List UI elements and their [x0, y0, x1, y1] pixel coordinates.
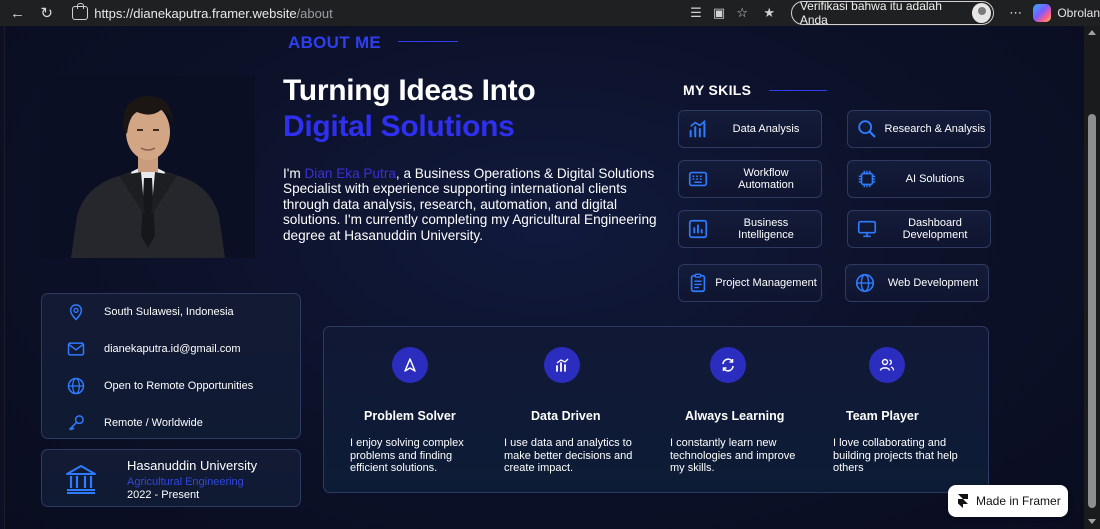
trait-desc: I love collaborating and building projec… [833, 437, 958, 474]
scrollbar-thumb[interactable] [1088, 114, 1096, 508]
clipboard-icon [690, 273, 706, 293]
trait-desc: I enjoy solving complex problems and fin… [350, 437, 464, 474]
globe-icon [67, 377, 85, 395]
school-years: 2022 - Present [127, 489, 200, 501]
bio-name: Dian Eka Putra [304, 166, 396, 181]
traits-panel: Problem Solver I enjoy solving complex p… [323, 326, 989, 493]
skill-ai-solutions[interactable]: AI Solutions [847, 160, 991, 198]
site-info-icon[interactable] [72, 3, 89, 20]
school-name: Hasanuddin University [127, 458, 258, 473]
education-card: Hasanuddin University Agricultural Engin… [41, 449, 301, 507]
bar-chart-icon [688, 219, 708, 239]
avatar [971, 3, 992, 23]
key-icon [68, 415, 84, 431]
availability-text: Open to Remote Opportunities [104, 380, 254, 392]
url-path: /about [296, 5, 333, 21]
skills-title: MY SKILS [683, 82, 752, 98]
chart-icon [689, 120, 706, 138]
skill-label: AI Solutions [905, 173, 965, 185]
translate-icon[interactable]: ☰ [684, 5, 707, 21]
mail-icon [67, 342, 85, 356]
verify-label: Verifikasi bahwa itu adalah Anda [799, 0, 942, 27]
trait-title: Problem Solver [364, 409, 456, 423]
monitor-icon [857, 220, 877, 238]
work-mode-text: Remote / Worldwide [104, 417, 203, 429]
reader-icon[interactable]: ▣ [707, 5, 730, 21]
page-viewport: ABOUT ME Turning Ideas Into Digital Solu… [4, 26, 1084, 529]
contact-location: South Sulawesi, Indonesia [66, 302, 234, 322]
page-scrollbar[interactable] [1084, 26, 1100, 529]
section-divider [398, 41, 458, 42]
globe-icon [855, 273, 875, 293]
reload-icon[interactable]: ↻ [35, 4, 58, 22]
skill-workflow-automation[interactable]: Workflow Automation [678, 160, 822, 198]
skill-web-development[interactable]: Web Development [845, 264, 989, 302]
users-icon [869, 347, 905, 383]
contact-card: South Sulawesi, Indonesia dianekaputra.i… [41, 293, 301, 439]
trait-desc: I use data and analytics to make better … [504, 437, 633, 474]
trait-title: Data Driven [531, 409, 601, 423]
contact-work-mode: Remote / Worldwide [66, 413, 203, 433]
refresh-icon [710, 347, 746, 383]
skill-label: Workflow Automation [738, 167, 794, 191]
headline-primary: Turning Ideas Into [283, 74, 536, 107]
search-icon [858, 120, 876, 138]
profile-photo [41, 76, 255, 258]
skill-label: Dashboard Development [902, 217, 968, 241]
bio-prefix: I'm [283, 166, 305, 181]
email-text[interactable]: dianekaputra.id@gmail.com [104, 343, 241, 355]
skill-label: Web Development [887, 277, 979, 289]
skills-divider [769, 90, 827, 91]
scroll-down-icon[interactable] [1088, 519, 1096, 524]
trait-title: Team Player [846, 409, 919, 423]
location-pin-icon [69, 304, 83, 321]
chart-icon [544, 347, 580, 383]
skill-label: Project Management [715, 277, 817, 289]
trait-desc: I constantly learn new technologies and … [670, 437, 796, 474]
back-icon[interactable]: ← [6, 5, 29, 22]
favorite-star-icon[interactable]: ☆ [731, 5, 754, 21]
made-in-framer-badge[interactable]: Made in Framer [948, 485, 1068, 517]
compass-icon [392, 347, 428, 383]
framer-logo-icon [958, 494, 968, 508]
favorites-icon[interactable]: ★ [758, 5, 781, 21]
headline-accent: Digital Solutions [283, 110, 515, 143]
section-title: ABOUT ME [288, 33, 382, 52]
school-major: Agricultural Engineering [127, 476, 244, 488]
skill-label: Research & Analysis [884, 123, 986, 135]
skill-label: Business Intelligence [738, 217, 794, 241]
copilot-button[interactable]: Obrolan [1033, 4, 1100, 22]
skill-business-intelligence[interactable]: Business Intelligence [678, 210, 822, 248]
framer-badge-label: Made in Framer [976, 494, 1061, 508]
keyboard-icon [688, 171, 708, 187]
scroll-up-icon[interactable] [1088, 30, 1096, 35]
skill-research-analysis[interactable]: Research & Analysis [847, 110, 991, 148]
contact-availability: Open to Remote Opportunities [66, 376, 253, 396]
url-host: https://dianekaputra.framer.website [94, 5, 297, 21]
browser-toolbar: ← ↻ https://dianekaputra.framer.website /… [0, 0, 1100, 27]
trait-title: Always Learning [685, 409, 785, 423]
chip-icon [858, 170, 876, 188]
skill-project-management[interactable]: Project Management [678, 264, 822, 302]
skill-label: Data Analysis [732, 123, 800, 135]
contact-email[interactable]: dianekaputra.id@gmail.com [66, 339, 241, 359]
skill-dashboard-development[interactable]: Dashboard Development [847, 210, 991, 248]
address-bar[interactable]: https://dianekaputra.framer.website/abou… [66, 2, 682, 24]
location-text: South Sulawesi, Indonesia [104, 306, 234, 318]
profile-verify-button[interactable]: Verifikasi bahwa itu adalah Anda [790, 0, 995, 27]
bio-paragraph: I'm Dian Eka Putra, a Business Operation… [283, 166, 663, 243]
copilot-icon [1033, 4, 1052, 22]
university-icon [66, 465, 96, 494]
skill-data-analysis[interactable]: Data Analysis [678, 110, 822, 148]
more-icon[interactable]: ⋯ [1004, 5, 1027, 21]
copilot-label: Obrolan [1057, 6, 1100, 20]
